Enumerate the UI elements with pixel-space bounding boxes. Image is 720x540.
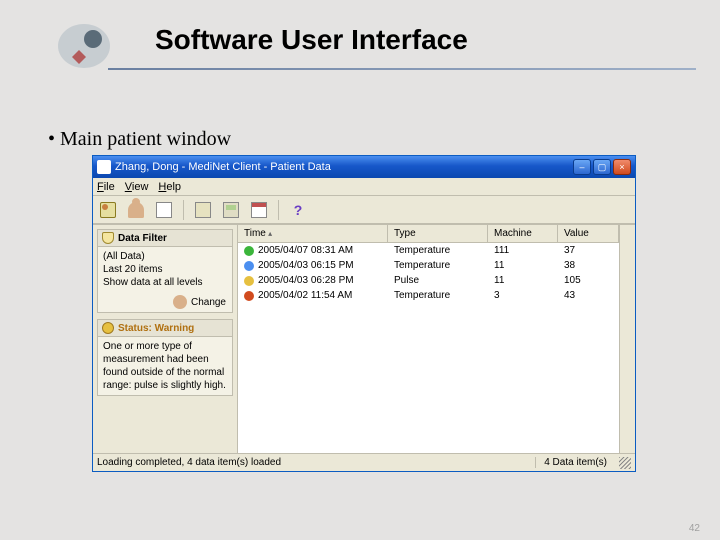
toolbar-doc-button[interactable] [153,199,175,221]
toolbar: ? [93,196,635,224]
cell-machine: 11 [488,274,558,287]
filter-line-1: (All Data) [103,250,227,263]
minimize-button[interactable]: – [573,159,591,175]
statusbar-right: 4 Data item(s) [536,457,615,468]
slide-page-number: 42 [689,523,700,534]
status-dot-icon [244,276,254,286]
help-icon: ? [290,202,306,218]
app-window: Zhang, Dong - MediNet Client - Patient D… [92,155,636,472]
close-button[interactable]: × [613,159,631,175]
titlebar[interactable]: Zhang, Dong - MediNet Client - Patient D… [93,156,635,178]
menubar: File View Help [93,178,635,196]
cell-time: 2005/04/03 06:28 PM [258,275,354,286]
table-row[interactable]: 2005/04/03 06:15 PM Temperature1138 [238,258,619,273]
window-title: Zhang, Dong - MediNet Client - Patient D… [115,161,573,173]
col-header-time[interactable]: Time [238,225,388,242]
toolbar-separator [278,200,279,220]
data-filter-panel: Data Filter (All Data) Last 20 items Sho… [97,229,233,313]
table-row[interactable]: 2005/04/02 11:54 AM Temperature343 [238,288,619,303]
cell-time: 2005/04/03 06:15 PM [258,260,354,271]
device-icon [195,202,211,218]
statusbar-left: Loading completed, 4 data item(s) loaded [97,457,536,468]
cell-type: Temperature [388,289,488,302]
filter-icon [102,232,114,244]
list-header: Time Type Machine Value [238,225,619,243]
cell-time: 2005/04/07 08:31 AM [258,245,353,256]
data-list: Time Type Machine Value 2005/04/07 08:31… [237,225,619,453]
change-icon [173,295,187,309]
app-icon [97,160,111,174]
card-icon [100,202,116,218]
toolbar-help-button[interactable]: ? [287,199,309,221]
cell-type: Temperature [388,244,488,257]
toolbar-calendar-button[interactable] [248,199,270,221]
calendar-icon [251,202,267,218]
data-filter-header[interactable]: Data Filter [98,230,232,247]
data-filter-title: Data Filter [118,233,167,244]
statusbar: Loading completed, 4 data item(s) loaded… [93,453,635,471]
title-underline [108,68,696,70]
cell-machine: 11 [488,259,558,272]
slide-logo-icon [58,24,110,68]
col-header-type[interactable]: Type [388,225,488,242]
menu-help[interactable]: Help [158,181,181,193]
cell-type: Pulse [388,274,488,287]
menu-view[interactable]: View [125,181,149,193]
cell-value: 37 [558,244,619,257]
toolbar-device-button[interactable] [192,199,214,221]
person-icon [128,202,144,218]
maximize-button[interactable]: ▢ [593,159,611,175]
toolbar-card-button[interactable] [97,199,119,221]
status-body: One or more type of measurement had been… [98,337,232,395]
main-area: Time Type Machine Value 2005/04/07 08:31… [237,225,635,453]
filter-line-2: Last 20 items [103,263,227,276]
resize-grip-icon[interactable] [619,457,631,469]
list-rows: 2005/04/07 08:31 AMTemperature111372005/… [238,243,619,453]
table-row[interactable]: 2005/04/03 06:28 PM Pulse11105 [238,273,619,288]
slide-bullet: Main patient window [48,128,231,151]
status-dot-icon [244,246,254,256]
data-filter-body: (All Data) Last 20 items Show data at al… [98,247,232,292]
filter-line-3: Show data at all levels [103,276,227,289]
warning-icon [102,322,114,334]
slide-title: Software User Interface [155,24,468,56]
table-row[interactable]: 2005/04/07 08:31 AM Temperature11137 [238,243,619,258]
vertical-scrollbar[interactable] [619,225,635,453]
filter-change-row[interactable]: Change [98,292,232,312]
toolbar-patient-button[interactable] [125,199,147,221]
cell-type: Temperature [388,259,488,272]
measure-icon [223,202,239,218]
cell-machine: 3 [488,289,558,302]
toolbar-measure-button[interactable] [220,199,242,221]
cell-machine: 111 [488,244,558,257]
status-header[interactable]: Status: Warning [98,320,232,337]
body-area: Data Filter (All Data) Last 20 items Sho… [93,224,635,453]
menu-file[interactable]: File [97,181,115,193]
status-panel: Status: Warning One or more type of meas… [97,319,233,396]
cell-value: 43 [558,289,619,302]
sidebar: Data Filter (All Data) Last 20 items Sho… [93,225,237,453]
cell-value: 105 [558,274,619,287]
change-label: Change [191,297,226,308]
col-header-value[interactable]: Value [558,225,619,242]
col-header-machine[interactable]: Machine [488,225,558,242]
toolbar-separator [183,200,184,220]
status-title: Status: Warning [118,323,194,334]
document-icon [156,202,172,218]
cell-value: 38 [558,259,619,272]
status-dot-icon [244,291,254,301]
cell-time: 2005/04/02 11:54 AM [258,290,352,301]
status-dot-icon [244,261,254,271]
